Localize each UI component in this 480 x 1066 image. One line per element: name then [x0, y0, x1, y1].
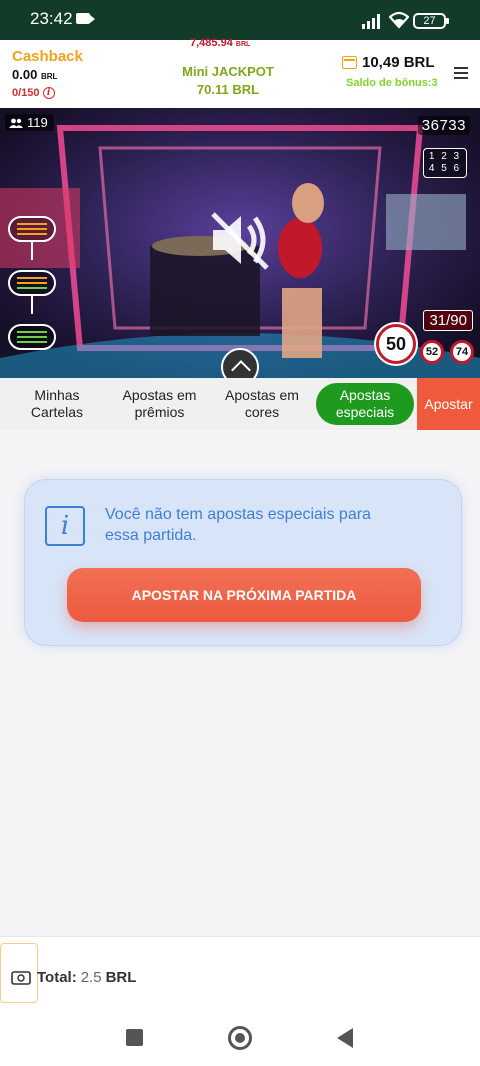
tab-apostas-em-cores[interactable]: Apostas em cores [214, 378, 310, 430]
app-header: Cashback 0.00 BRL 0/150 i 7,485.94 BRL M… [0, 37, 480, 108]
system-navigation-bar [0, 1010, 480, 1066]
grid-row-1: 1 2 3 [428, 151, 462, 162]
no-special-bets-message: Você não tem apostas especiais para essa… [105, 506, 371, 544]
ticket-icon [11, 971, 31, 985]
bet-tabs: Minhas Cartelas Apostas em prêmios Apost… [0, 378, 480, 430]
total-amount: Total: 2.5 BRL [37, 969, 136, 986]
previous-ball: 74 [450, 340, 474, 364]
apostar-tab-button[interactable]: Apostar [417, 378, 480, 430]
collapse-video-button[interactable] [221, 348, 259, 378]
total-value: 2.5 [80, 969, 102, 986]
cashback-currency: BRL [40, 72, 58, 81]
pill-connector [31, 240, 33, 260]
no-special-bets-card: i Você não tem apostas especiais para es… [24, 479, 462, 646]
muted-speaker-icon[interactable] [207, 208, 273, 272]
wifi-icon [389, 11, 409, 29]
viewer-count-value: 119 [27, 115, 48, 130]
video-camera-icon [76, 13, 95, 24]
cashback-title[interactable]: Cashback [12, 48, 83, 65]
tab-apostas-em-premios[interactable]: Apostas em prêmios [112, 378, 207, 430]
game-id: 36733 [417, 116, 470, 135]
recent-apps-icon[interactable] [126, 1029, 143, 1046]
jackpot-name: Mini JACKPOT [182, 64, 274, 79]
bet-next-round-button[interactable]: APOSTAR NA PRÓXIMA PARTIDA [67, 568, 421, 622]
cashback-amount: 0.00 BRL [12, 67, 57, 82]
total-label: Total: [37, 969, 77, 986]
cashback-progress-value: 0/150 [12, 87, 40, 99]
home-icon[interactable] [228, 1026, 252, 1050]
numbers-grid-icon[interactable]: 1 2 3 4 5 6 [423, 148, 467, 178]
hamburger-menu-icon[interactable] [454, 67, 468, 79]
pattern-pill-3[interactable] [8, 324, 56, 350]
grid-row-2: 4 5 6 [428, 163, 462, 174]
balance-display[interactable]: 10,49 BRL [362, 54, 435, 71]
back-icon[interactable] [337, 1028, 353, 1048]
info-icon[interactable]: i [42, 87, 55, 99]
tab-apostas-especiais[interactable]: Apostas especiais [316, 383, 414, 425]
bet-total-footer: Total: 2.5 BRL [0, 936, 480, 1010]
tab-minhas-cartelas[interactable]: Minhas Cartelas [8, 378, 106, 430]
wallet-icon [342, 56, 357, 69]
signal-icon [362, 14, 380, 29]
cashback-amount-value: 0.00 [12, 67, 38, 82]
viewer-count: 119 [5, 114, 54, 131]
bonus-balance: Saldo de bônus:3 [346, 77, 438, 89]
info-icon: i [45, 506, 85, 546]
jackpot-ticker-value: 7,485.94 [190, 37, 233, 49]
users-icon [9, 118, 23, 128]
cashback-progress: 0/150 i [12, 87, 55, 99]
jackpot-value: 70.11 BRL [196, 82, 260, 97]
total-currency: BRL [105, 969, 137, 986]
previous-ball: 52 [420, 340, 444, 364]
battery-icon: 27 [413, 13, 449, 29]
status-bar: 23:42 27 [0, 0, 480, 40]
jackpot-ticker: 7,485.94 BRL [190, 37, 250, 49]
pattern-pill-2[interactable] [8, 270, 56, 296]
drawn-balls-count: 31/90 [423, 310, 473, 331]
pattern-pill-1[interactable] [8, 216, 56, 242]
live-video-stream[interactable]: 119 36733 1 2 3 4 5 6 31/90 50 52 74 [0, 108, 480, 378]
status-time: 23:42 [30, 9, 73, 28]
pill-connector [31, 294, 33, 314]
last-drawn-ball: 50 [376, 324, 416, 364]
jackpot-ticker-currency: BRL [235, 41, 251, 48]
